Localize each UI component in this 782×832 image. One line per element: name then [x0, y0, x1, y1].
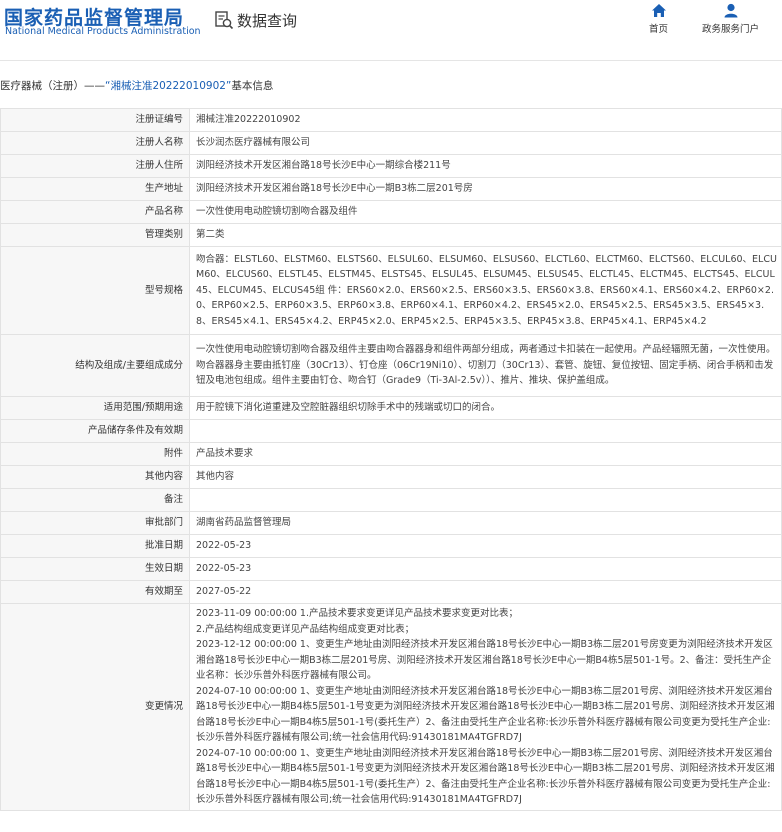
field-label: 结构及组成/主要组成成分 — [0, 334, 190, 397]
table-row: 产品储存条件及有效期 — [0, 419, 782, 443]
field-value: 湘械注准20222010902 — [189, 108, 782, 132]
field-value — [189, 419, 782, 443]
field-label: 生效日期 — [0, 557, 190, 581]
field-value: 2022-05-23 — [189, 534, 782, 558]
data-query-button[interactable]: 数据查询 — [214, 7, 297, 33]
change-record: 2024-07-10 00:00:00 1、变更生产地址由浏阳经济技术开发区湘台… — [196, 747, 775, 806]
field-value: 长沙润杰医疗器械有限公司 — [189, 131, 782, 155]
table-row: 型号规格 吻合器：ELSTL60、ELSTM60、ELSTS60、ELSUL60、… — [0, 246, 782, 335]
field-label: 有效期至 — [0, 580, 190, 604]
field-label: 注册人住所 — [0, 154, 190, 178]
change-record: 2023-12-12 00:00:00 1、变更生产地址由浏阳经济技术开发区湘台… — [196, 639, 773, 681]
field-label: 生产地址 — [0, 177, 190, 201]
field-value: 2022-05-23 — [189, 557, 782, 581]
change-history-value: 2023-11-09 00:00:00 1.产品技术要求变更详见产品技术要求变更… — [189, 603, 782, 811]
field-label: 型号规格 — [0, 246, 190, 335]
field-label: 变更情况 — [0, 603, 190, 811]
table-row: 审批部门 湖南省药品监督管理局 — [0, 511, 782, 535]
table-row: 注册人住所 浏阳经济技术开发区湘台路18号长沙E中心一期综合楼211号 — [0, 154, 782, 178]
field-value: 一次性使用电动腔镜切割吻合器及组件主要由吻合器器身和组件两部分组成，两者通过卡扣… — [189, 334, 782, 397]
field-label: 注册人名称 — [0, 131, 190, 155]
header-divider — [0, 60, 782, 61]
user-icon — [702, 3, 759, 18]
field-value: 其他内容 — [189, 465, 782, 489]
field-label: 产品储存条件及有效期 — [0, 419, 190, 443]
field-label: 注册证编号 — [0, 108, 190, 132]
table-row: 附件 产品技术要求 — [0, 442, 782, 466]
nav-service-portal[interactable]: 政务服务门户 — [702, 3, 759, 35]
home-icon — [649, 3, 668, 18]
field-label: 其他内容 — [0, 465, 190, 489]
table-row: 注册证编号 湘械注准20222010902 — [0, 108, 782, 132]
table-row: 结构及组成/主要组成成分 一次性使用电动腔镜切割吻合器及组件主要由吻合器器身和组件… — [0, 334, 782, 397]
breadcrumb-prefix: 医疗器械（注册）—— — [0, 80, 105, 92]
change-record: 2024-07-10 00:00:00 1、变更生产地址由浏阳经济技术开发区湘台… — [196, 685, 775, 744]
field-value — [189, 488, 782, 512]
breadcrumb-suffix: 基本信息 — [231, 80, 274, 92]
field-label: 适用范围/预期用途 — [0, 396, 190, 420]
table-row: 产品名称 一次性使用电动腔镜切割吻合器及组件 — [0, 200, 782, 224]
field-label: 附件 — [0, 442, 190, 466]
search-document-icon — [214, 10, 234, 30]
field-value: 浏阳经济技术开发区湘台路18号长沙E中心一期综合楼211号 — [189, 154, 782, 178]
nav-service-portal-label: 政务服务门户 — [702, 24, 760, 35]
nav-home[interactable]: 首页 — [649, 3, 668, 35]
table-row-change-history: 变更情况 2023-11-09 00:00:00 1.产品技术要求变更详见产品技术… — [0, 603, 782, 811]
field-value: 2027-05-22 — [189, 580, 782, 604]
table-row: 注册人名称 长沙润杰医疗器械有限公司 — [0, 131, 782, 155]
site-header: 国家药品监督管理局 National Medical Products Admi… — [0, 0, 782, 54]
table-row: 生效日期 2022-05-23 — [0, 557, 782, 581]
field-value: 用于腔镜下消化道重建及空腔脏器组织切除手术中的残端或切口的闭合。 — [189, 396, 782, 420]
table-row: 有效期至 2027-05-22 — [0, 580, 782, 604]
field-value: 一次性使用电动腔镜切割吻合器及组件 — [189, 200, 782, 224]
field-label: 备注 — [0, 488, 190, 512]
field-label: 审批部门 — [0, 511, 190, 535]
table-row: 生产地址 浏阳经济技术开发区湘台路18号长沙E中心一期B3栋二层201号房 — [0, 177, 782, 201]
breadcrumb-registration-number: “湘械注准20222010902” — [105, 80, 232, 92]
table-row: 批准日期 2022-05-23 — [0, 534, 782, 558]
data-query-label: 数据查询 — [237, 11, 298, 30]
field-value: 产品技术要求 — [189, 442, 782, 466]
field-value: 湖南省药品监督管理局 — [189, 511, 782, 535]
field-label: 产品名称 — [0, 200, 190, 224]
field-value: 第二类 — [189, 223, 782, 247]
field-value: 浏阳经济技术开发区湘台路18号长沙E中心一期B3栋二层201号房 — [189, 177, 782, 201]
table-row: 管理类别 第二类 — [0, 223, 782, 247]
table-row: 适用范围/预期用途 用于腔镜下消化道重建及空腔脏器组织切除手术中的残端或切口的闭合… — [0, 396, 782, 420]
breadcrumb: 医疗器械（注册）——“湘械注准20222010902”基本信息 — [0, 78, 273, 93]
field-value: 吻合器：ELSTL60、ELSTM60、ELSTS60、ELSUL60、ELSU… — [189, 246, 782, 335]
detail-table: 注册证编号 湘械注准20222010902 注册人名称 长沙润杰医疗器械有限公司 注册人… — [0, 108, 782, 811]
field-label: 管理类别 — [0, 223, 190, 247]
nav-home-label: 首页 — [649, 24, 669, 35]
change-record: 2.产品结构组成变更详见产品结构组成变更对比表； — [196, 623, 415, 635]
change-record: 2023-11-09 00:00:00 1.产品技术要求变更详见产品技术要求变更… — [196, 608, 518, 619]
table-row: 备注 — [0, 488, 782, 512]
site-logo-subtitle: National Medical Products Administration — [5, 26, 201, 37]
table-row: 其他内容 其他内容 — [0, 465, 782, 489]
field-label: 批准日期 — [0, 534, 190, 558]
